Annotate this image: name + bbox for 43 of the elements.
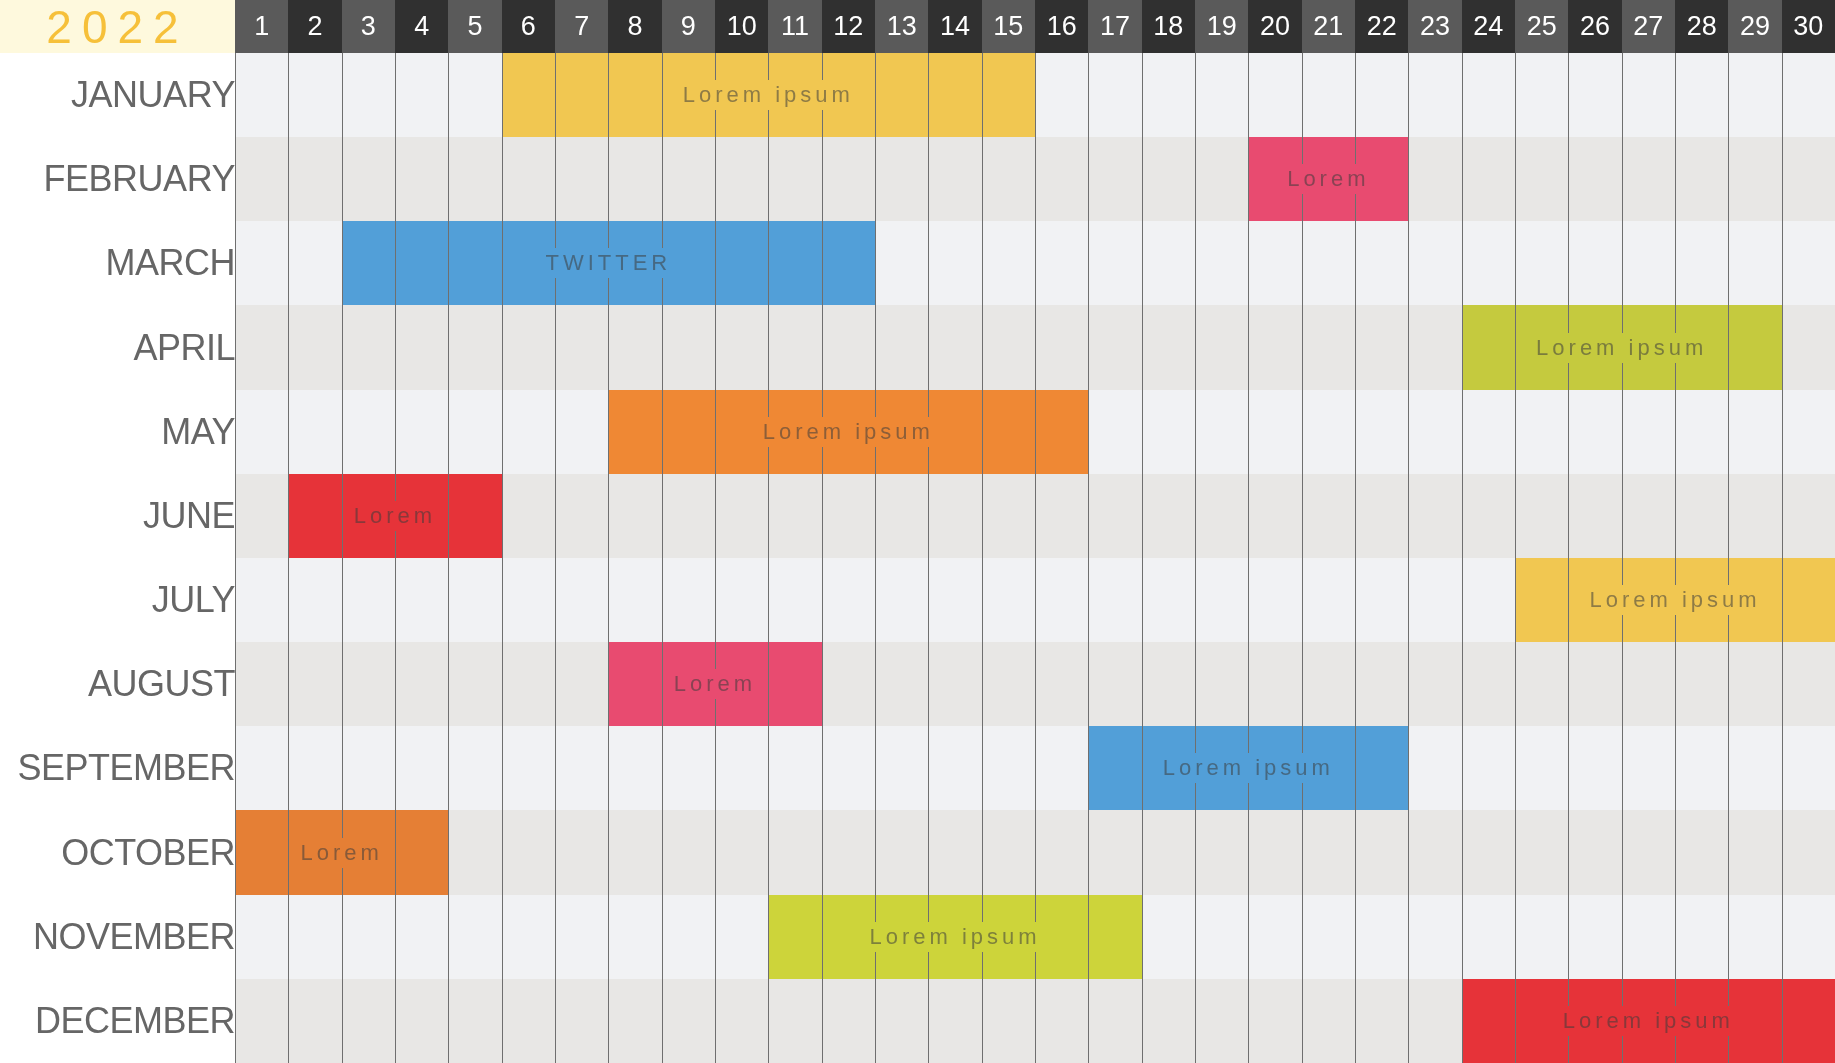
month-name: OCTOBER xyxy=(61,831,235,874)
day-number: 25 xyxy=(1515,0,1569,53)
day-number: 17 xyxy=(1088,0,1142,53)
month-name: JUNE xyxy=(143,494,235,537)
day-number: 14 xyxy=(928,0,982,53)
day-number: 23 xyxy=(1408,0,1462,53)
day-number: 26 xyxy=(1568,0,1622,53)
day-number: 2 xyxy=(288,0,342,53)
day-number: 30 xyxy=(1781,0,1835,53)
day-number: 13 xyxy=(875,0,929,53)
day-number: 5 xyxy=(448,0,502,53)
day-number: 1 xyxy=(235,0,289,53)
month-name: FEBRUARY xyxy=(43,158,235,201)
month-name: AUGUST xyxy=(88,663,235,706)
month-name: MAY xyxy=(161,410,235,453)
day-number: 20 xyxy=(1248,0,1302,53)
day-number: 3 xyxy=(341,0,395,53)
day-number: 22 xyxy=(1355,0,1409,53)
day-number: 11 xyxy=(768,0,822,53)
day-number: 27 xyxy=(1621,0,1675,53)
day-number: 28 xyxy=(1675,0,1729,53)
month-name: JULY xyxy=(151,579,235,622)
day-number: 19 xyxy=(1195,0,1249,53)
month-name: MARCH xyxy=(105,242,235,285)
year-title: 2022 xyxy=(0,0,235,53)
day-number: 7 xyxy=(555,0,609,53)
day-number: 6 xyxy=(501,0,555,53)
day-number: 8 xyxy=(608,0,662,53)
day-number: 21 xyxy=(1301,0,1355,53)
day-number: 15 xyxy=(981,0,1035,53)
month-name: DECEMBER xyxy=(34,999,235,1042)
day-number: 29 xyxy=(1728,0,1782,53)
day-number: 10 xyxy=(715,0,769,53)
month-name: NOVEMBER xyxy=(32,915,235,958)
day-number: 24 xyxy=(1461,0,1515,53)
day-number: 9 xyxy=(661,0,715,53)
day-number: 18 xyxy=(1141,0,1195,53)
month-name: SEPTEMBER xyxy=(17,747,235,790)
day-number: 16 xyxy=(1035,0,1089,53)
day-number: 4 xyxy=(395,0,449,53)
month-name: APRIL xyxy=(133,326,235,369)
day-number: 12 xyxy=(821,0,875,53)
month-name: JANUARY xyxy=(71,74,235,117)
